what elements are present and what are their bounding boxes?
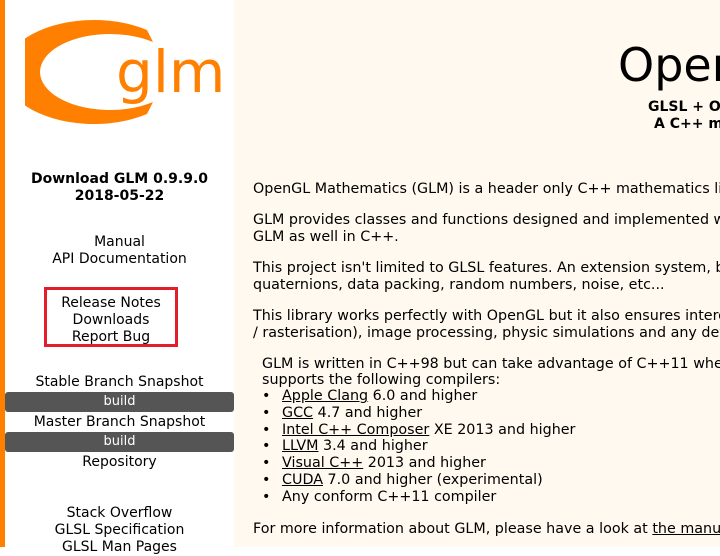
main-content: OpenGL Mathematics GLSL + Optional featu…	[234, 0, 720, 547]
list-item: Any conform C++11 compiler	[262, 489, 575, 506]
compiler-list: Apple Clang 6.0 and higher GCC 4.7 and h…	[262, 388, 575, 506]
docs-links: Manual API Documentation	[5, 234, 234, 268]
master-branch-link[interactable]: Master Branch Snapshot	[5, 414, 234, 431]
sidebar: glm Download GLM 0.9.9.0 2018-05-22 Manu…	[5, 0, 234, 555]
downloads-link[interactable]: Downloads	[47, 312, 175, 329]
list-item: Visual C++ 2013 and higher	[262, 455, 575, 472]
list-item: Intel C++ Composer XE 2013 and higher	[262, 422, 575, 439]
interop-paragraph-line1: This library works perfectly with OpenGL…	[253, 308, 720, 324]
features-paragraph-line2: GLM as well in C++.	[253, 229, 399, 245]
download-block: Download GLM 0.9.9.0 2018-05-22	[5, 171, 234, 205]
extensions-paragraph-line2: quaternions, data packing, random number…	[253, 277, 665, 293]
stack-overflow-link[interactable]: Stack Overflow	[5, 505, 234, 522]
extensions-paragraph-line1: This project isn't limited to GLSL featu…	[253, 260, 720, 276]
master-build-badge[interactable]: buildpassing	[5, 432, 234, 452]
glsl-man-pages-link[interactable]: GLSL Man Pages	[5, 539, 234, 556]
visual-cpp-link[interactable]: Visual C++	[282, 455, 363, 471]
download-link[interactable]: Download GLM 0.9.9.0	[5, 171, 234, 188]
page-subtitle-1: GLSL + Optional features = OpenGL Mathem…	[648, 99, 720, 115]
compiler-paragraph-line2: supports the following compilers:	[262, 372, 501, 388]
compiler-paragraph-line1: GLM is written in C++98 but can take adv…	[262, 356, 720, 372]
glm-logo[interactable]: glm	[25, 12, 230, 132]
highlighted-links-box: Release Notes Downloads Report Bug	[44, 287, 178, 347]
features-paragraph-line1: GLM provides classes and functions desig…	[253, 212, 720, 228]
intro-paragraph: OpenGL Mathematics (GLM) is a header onl…	[253, 181, 720, 197]
interop-paragraph-line2: / rasterisation), image processing, phys…	[253, 325, 720, 341]
api-documentation-link[interactable]: API Documentation	[5, 251, 234, 268]
llvm-link[interactable]: LLVM	[282, 438, 318, 454]
stable-branch-link[interactable]: Stable Branch Snapshot	[5, 374, 234, 391]
branch-snapshots: Stable Branch Snapshot buildpassing Mast…	[5, 374, 234, 471]
manual-inline-link[interactable]: the manual	[652, 521, 720, 537]
gcc-link[interactable]: GCC	[282, 405, 313, 421]
stable-build-badge[interactable]: buildpassing	[5, 392, 234, 412]
page-title: OpenGL Mathematics	[618, 38, 720, 92]
release-notes-link[interactable]: Release Notes	[47, 295, 175, 312]
manual-link[interactable]: Manual	[5, 234, 234, 251]
report-bug-link[interactable]: Report Bug	[47, 329, 175, 346]
cuda-link[interactable]: CUDA	[282, 472, 323, 488]
glsl-specification-link[interactable]: GLSL Specification	[5, 522, 234, 539]
more-info-paragraph: For more information about GLM, please h…	[253, 521, 720, 538]
list-item: Apple Clang 6.0 and higher	[262, 388, 575, 405]
list-item: GCC 4.7 and higher	[262, 405, 575, 422]
list-item: CUDA 7.0 and higher (experimental)	[262, 472, 575, 489]
page-subtitle-2: A C++ mathematics library for graphics p…	[654, 116, 720, 132]
intel-composer-link[interactable]: Intel C++ Composer	[282, 422, 429, 438]
list-item: LLVM 3.4 and higher	[262, 438, 575, 455]
logo-text: glm	[116, 38, 225, 106]
release-date: 2018-05-22	[74, 188, 165, 204]
repository-link[interactable]: Repository	[5, 454, 234, 471]
apple-clang-link[interactable]: Apple Clang	[282, 388, 368, 404]
external-links: Stack Overflow GLSL Specification GLSL M…	[5, 505, 234, 556]
